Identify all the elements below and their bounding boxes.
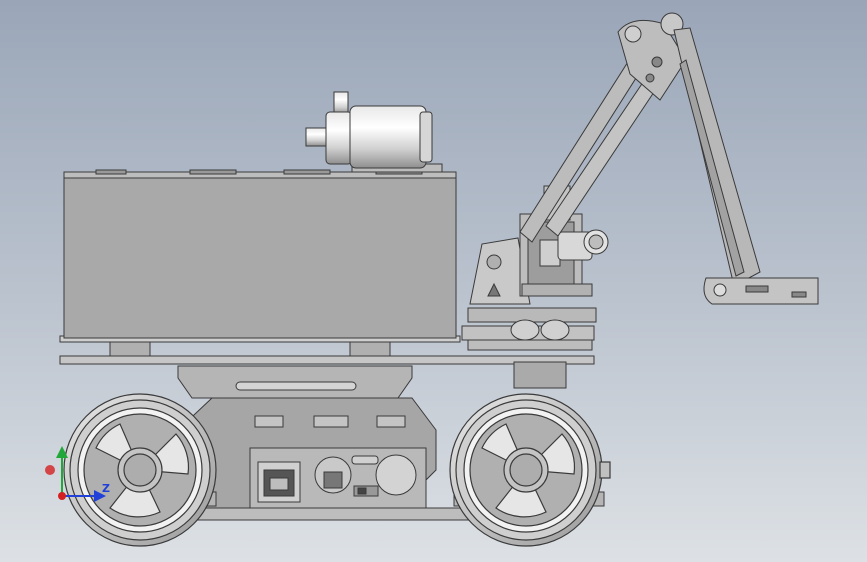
cad-viewport[interactable]: Z (0, 0, 867, 562)
bottom-rail (181, 507, 469, 521)
main-body-box (63, 169, 457, 339)
cad-model-drawing: Z (45, 12, 819, 547)
left-wheel (63, 393, 217, 547)
arm-link-1 (519, 45, 651, 243)
triad-z-label: Z (102, 482, 110, 495)
right-wheel (449, 393, 611, 547)
bracket-slot (235, 381, 357, 391)
motor (305, 91, 443, 173)
port-hole-2 (375, 454, 417, 496)
